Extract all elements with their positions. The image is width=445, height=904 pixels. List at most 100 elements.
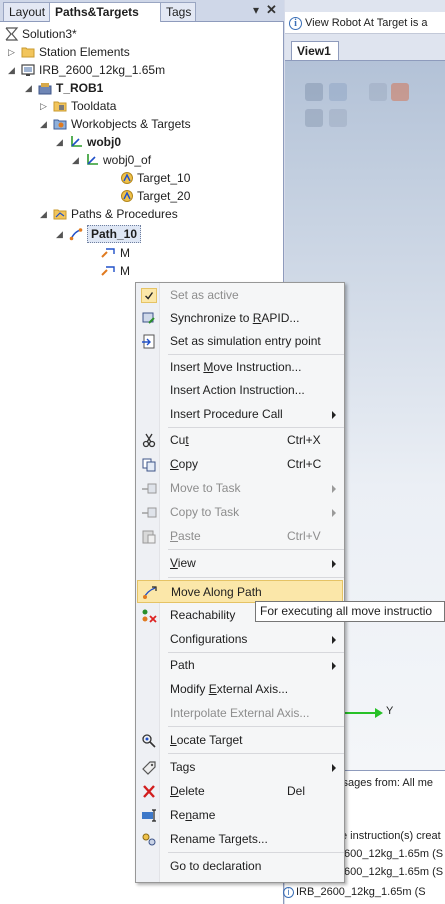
tab-layout[interactable]: Layout [3,2,50,21]
view-tool-icon[interactable] [369,83,387,101]
menu-item-path[interactable]: Path [137,654,343,677]
menu-label: Delete [170,784,205,798]
menu-shortcut: Ctrl+V [287,529,321,543]
menu-separator [168,549,344,550]
submenu-arrow-icon [332,764,336,772]
y-axis-arrow [375,708,383,718]
tree-item-robot-system[interactable]: ◢ IRB_2600_12kg_1.65m [2,61,262,79]
tab-view1[interactable]: View1 ✕ [291,41,339,76]
menu-item-locate-target[interactable]: Locate Target [137,729,343,752]
reachability-icon [142,609,157,623]
menu-label: Rename [170,808,216,822]
play-icon[interactable] [305,109,323,127]
tree-label: Station Elements [39,45,130,59]
menu-label: Locate Target [170,733,243,747]
menu-item-copy-to-task[interactable]: Copy to Task [137,501,343,524]
collapse-arrow-icon[interactable]: ◢ [8,61,15,79]
tree-label: Paths & Procedures [71,207,178,221]
menu-item-move-to-task[interactable]: Move to Task [137,477,343,500]
menu-item-rename-targets[interactable]: Rename Targets... [137,828,343,851]
collapse-arrow-icon[interactable]: ◢ [25,79,32,97]
collapse-arrow-icon[interactable]: ◢ [56,133,63,151]
menu-item-insert-action-instruction[interactable]: Insert Action Instruction... [137,379,343,402]
tree-item-path-10[interactable]: ◢ Path_10 [50,225,160,243]
collapse-arrow-icon[interactable]: ◢ [56,225,63,243]
menu-separator [168,354,344,355]
pin-icon[interactable]: ▾ [253,3,259,17]
tree-item-target-10[interactable]: Target_10 [100,169,270,187]
tab-tags[interactable]: Tags [160,2,196,21]
menu-label: View [170,556,196,570]
collapse-arrow-icon[interactable]: ◢ [40,205,47,223]
tree-item-station-elements[interactable]: ▷ Station Elements [2,43,262,61]
menu-label: Insert Action Instruction... [170,383,305,397]
tree-item-move-instruction-1[interactable]: M [100,244,140,262]
tree-item-paths-procedures[interactable]: ◢ Paths & Procedures [34,205,264,223]
y-axis-label: Y [386,705,394,717]
stop-icon[interactable] [329,109,347,127]
menu-item-modify-external-axis[interactable]: Modify External Axis... [137,678,343,701]
menu-label: Synchronize to RAPID... [170,311,300,325]
menu-item-cut[interactable]: Cut Ctrl+X [137,429,343,452]
close-icon[interactable]: ✕ [266,2,277,18]
menu-label: Set as simulation entry point [170,334,321,348]
menu-item-insert-move-instruction[interactable]: Insert Move Instruction... [137,356,343,379]
output-line: 600_12kg_1.65m (S [344,848,444,860]
menu-item-set-as-simulation-entry-point[interactable]: Set as simulation entry point [137,330,343,353]
menu-item-interpolate-external-axis[interactable]: Interpolate External Axis... [137,702,343,725]
menu-item-view[interactable]: View [137,552,343,575]
tree-item-workobjects-targets[interactable]: ◢ Workobjects & Targets [34,115,264,133]
tree-item-wobj0[interactable]: ◢ wobj0 [50,133,260,151]
tree-label: Path_10 [87,225,142,243]
menu-item-paste[interactable]: Paste Ctrl+V [137,525,343,548]
menu-item-set-as-active[interactable]: Set as active [137,284,343,307]
menu-item-synchronize-to-rapid[interactable]: Synchronize to RAPID... [137,307,343,330]
tooldata-icon [53,101,67,112]
tree-item-tooldata[interactable]: ▷ Tooldata [34,97,264,115]
tree-label: wobj0 [87,135,122,149]
collapse-arrow-icon[interactable]: ◢ [72,151,79,169]
menu-item-insert-procedure-call[interactable]: Insert Procedure Call [137,403,343,426]
y-axis-line [345,712,377,714]
menu-label: Tags [170,760,196,774]
view-tool-icon[interactable] [391,83,409,101]
menu-item-move-along-path[interactable]: Move Along Path [137,580,343,603]
tree-item-wobj0-of[interactable]: ◢ wobj0_of [66,151,256,169]
menu-item-go-to-declaration[interactable]: Go to declaration [137,855,343,878]
tree-label: M [120,264,130,278]
context-menu: Set as active Synchronize to RAPID... Se… [135,282,345,883]
menu-label: Interpolate External Axis... [170,706,310,720]
menu-item-delete[interactable]: Delete Del [137,780,343,803]
tag-icon [142,761,156,775]
menu-label: Configurations [170,632,248,646]
workobjects-icon [53,119,67,130]
collapse-arrow-icon[interactable]: ◢ [40,115,47,133]
entry-point-icon [142,334,155,349]
expand-arrow-icon[interactable]: ▷ [40,97,47,115]
tree-label: IRB_2600_12kg_1.65m [39,63,166,77]
menu-item-tags[interactable]: Tags [137,756,343,779]
expand-arrow-icon[interactable]: ▷ [8,43,15,61]
view-tool-icon[interactable] [329,83,347,101]
tree-item-task[interactable]: ◢ T_ROB1 [18,79,258,97]
submenu-arrow-icon [332,636,336,644]
tab-paths-targets[interactable]: Paths&Targets [49,2,161,22]
tree-item-move-instruction-2[interactable]: M [100,262,140,280]
menu-item-copy[interactable]: Copy Ctrl+C [137,453,343,476]
view-tool-icon[interactable] [305,83,323,101]
menu-item-configurations[interactable]: Configurations [137,628,343,651]
tree-label: Tooldata [71,99,117,113]
menu-item-rename[interactable]: Rename [137,804,343,827]
tree-item-solution[interactable]: Solution3* [2,25,262,43]
submenu-arrow-icon [332,411,336,419]
menu-label: Insert Move Instruction... [170,360,302,374]
menu-label: Insert Procedure Call [170,407,283,421]
copy-icon [142,458,156,472]
tree-item-target-20[interactable]: Target_20 [100,187,270,205]
checkmark-icon [141,288,157,303]
output-filter: ssages from: All me [337,777,433,789]
move-instruction-icon [101,248,115,258]
submenu-arrow-icon [332,509,336,517]
output-line: e instruction(s) creat [341,830,441,842]
object-frame-icon [87,154,98,165]
